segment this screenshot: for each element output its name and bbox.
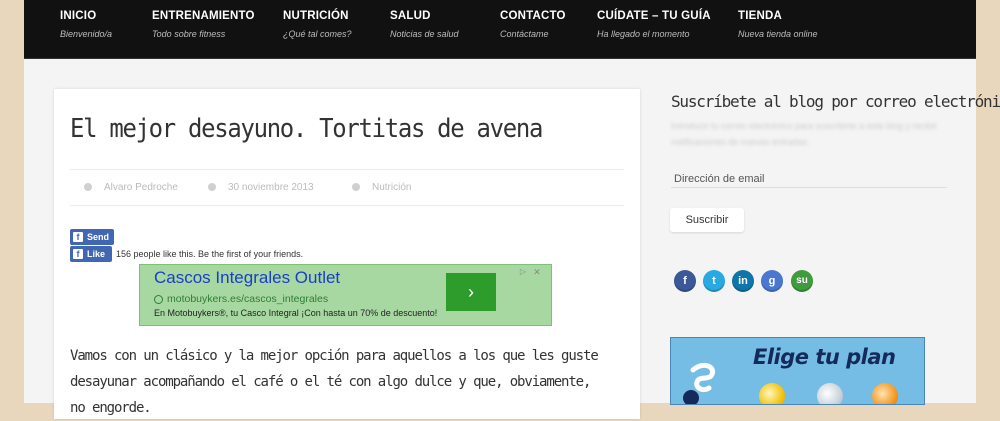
nav-subtitle: Contáctame [500,29,549,39]
nav-title: INICIO [60,10,97,22]
nav-item-cuidate[interactable]: CUÍDATE – TU GUÍA Ha llegado el momento [597,10,711,39]
post-date: 30 noviembre 2013 [208,182,314,193]
post-intro: Vamos con un clásico y la mejor opción p… [70,348,599,416]
nav-title: CUÍDATE – TU GUÍA [597,10,711,22]
nav-subtitle: Ha llegado el momento [597,29,690,39]
ad-banner[interactable]: Cascos Integrales Outlet motobuykers.es/… [139,264,552,326]
post-category-text: Nutrición [372,182,412,193]
nav-title: ENTRENAMIENTO [152,10,255,22]
post-title: El mejor desayuno. Tortitas de avena [70,114,543,144]
nav-subtitle: Nueva tienda online [738,29,818,39]
nav-item-entrenamiento[interactable]: ENTRENAMIENTO Todo sobre fitness [152,10,255,39]
subscribe-description: Introduce tu correo electrónico para sus… [671,121,938,147]
facebook-send-label: Send [87,232,110,242]
silver-medal-icon [817,383,843,404]
nav-title: CONTACTO [500,10,566,22]
clock-icon [208,183,216,192]
stumbleupon-icon[interactable]: su [791,270,813,292]
facebook-icon: f [73,249,83,259]
link-icon [154,294,163,304]
nav-title: NUTRICIÓN [283,10,349,22]
folder-icon [352,183,360,192]
nav-title: TIENDA [738,10,783,22]
plan-banner[interactable]: Elige tu plan [670,337,925,405]
twitter-icon[interactable]: t [703,270,725,292]
subscribe-title: Suscríbete al blog por correo electrónic… [671,92,1000,111]
post-author[interactable]: Alvaro Pedroche [84,182,178,193]
facebook-icon: f [73,232,83,242]
nav-item-salud[interactable]: SALUD Noticias de salud [390,10,459,39]
user-icon [84,183,92,192]
ad-url[interactable]: motobuykers.es/cascos_integrales [154,293,328,305]
nav-subtitle: Bienvenido/a [60,29,113,39]
plan-banner-title: Elige tu plan [753,345,896,369]
post-author-name: Alvaro Pedroche [104,182,178,193]
facebook-like-button[interactable]: f Like [70,246,112,262]
nav-item-inicio[interactable]: INICIO Bienvenido/a [60,10,112,39]
nav-item-tienda[interactable]: TIENDA Nueva tienda online [738,10,818,39]
ad-title[interactable]: Cascos Integrales Outlet [154,268,340,288]
facebook-like-label: Like [87,249,106,259]
facebook-icon[interactable]: f [674,270,696,292]
info-icon[interactable]: ▷ [518,267,528,277]
post-date-text: 30 noviembre 2013 [228,182,314,193]
facebook-send-button[interactable]: f Send [70,229,114,245]
ad-url-text: motobuykers.es/cascos_integrales [167,293,329,305]
nav-subtitle: ¿Qué tal comes? [283,29,352,39]
nav-title: SALUD [390,10,431,22]
close-icon[interactable]: ✕ [532,267,542,277]
fitness-logo-icon [683,362,715,404]
chevron-right-icon[interactable]: › [446,273,496,311]
nav-subtitle: Todo sobre fitness [152,29,226,39]
nav-subtitle: Noticias de salud [390,29,459,39]
google-plus-icon[interactable]: g [761,270,783,292]
email-field[interactable] [671,171,947,188]
subscribe-button[interactable]: Suscribir [670,208,744,232]
ad-description: En Motobuykers®, tu Casco Integral ¡Con … [154,308,438,318]
linkedin-icon[interactable]: in [732,270,754,292]
bronze-medal-icon [872,383,898,404]
post-meta: Alvaro Pedroche 30 noviembre 2013 Nutric… [70,169,624,206]
nav-item-contacto[interactable]: CONTACTO Contáctame [500,10,566,39]
post-card: El mejor desayuno. Tortitas de avena Alv… [54,89,640,419]
facebook-like-count: 156 people like this. Be the first of yo… [116,249,304,259]
post-category[interactable]: Nutrición [352,182,411,193]
nav-item-nutricion[interactable]: NUTRICIÓN ¿Qué tal comes? [283,10,352,39]
gold-medal-icon [759,383,785,404]
